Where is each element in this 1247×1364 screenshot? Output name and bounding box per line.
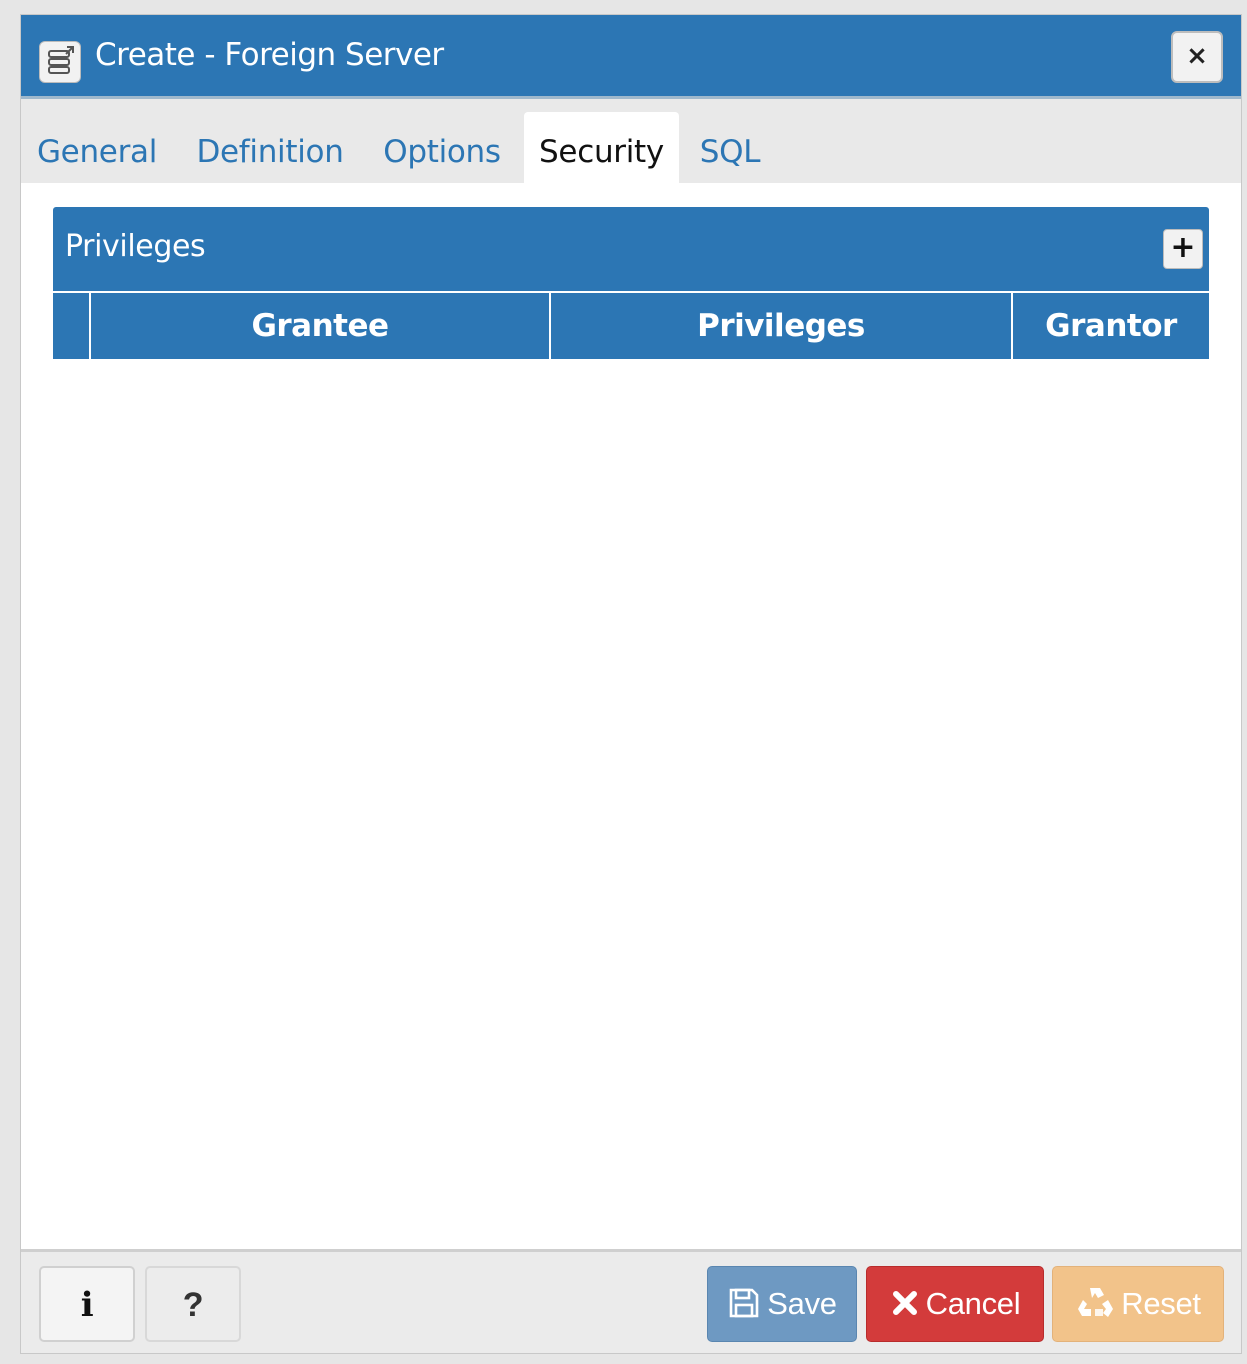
info-icon: i xyxy=(80,1285,94,1325)
cancel-button[interactable]: Cancel xyxy=(866,1266,1044,1342)
tab-content-security: Privileges + Grantee Privileges Grantor xyxy=(21,183,1241,1251)
foreign-server-icon xyxy=(39,41,81,83)
column-privileges[interactable]: Privileges xyxy=(551,293,1013,359)
tab-definition[interactable]: Definition xyxy=(187,112,353,183)
save-label: Save xyxy=(767,1286,837,1321)
column-grantee[interactable]: Grantee xyxy=(91,293,551,359)
plus-icon: + xyxy=(1170,230,1196,265)
reset-button[interactable]: Reset xyxy=(1052,1266,1224,1342)
close-icon: × xyxy=(1186,41,1208,71)
tab-options[interactable]: Options xyxy=(375,112,509,183)
tab-general[interactable]: General xyxy=(29,112,165,183)
cancel-label: Cancel xyxy=(925,1286,1021,1321)
help-icon: ? xyxy=(182,1286,204,1324)
add-privilege-button[interactable]: + xyxy=(1163,229,1203,269)
dialog-title: Create - Foreign Server xyxy=(95,37,444,73)
create-foreign-server-dialog: Create - Foreign Server × General Defini… xyxy=(20,14,1242,1354)
tab-bar: General Definition Options Security SQL xyxy=(21,99,1241,183)
x-icon xyxy=(892,1290,917,1315)
privileges-column-headers: Grantee Privileges Grantor xyxy=(53,293,1209,359)
help-button[interactable]: ? xyxy=(145,1266,241,1342)
recycle-icon xyxy=(1078,1287,1114,1317)
close-button[interactable]: × xyxy=(1171,31,1223,83)
privileges-title: Privileges xyxy=(65,229,206,264)
privileges-header: Privileges + xyxy=(53,207,1209,293)
dialog-footer: i ? Save Cancel Reset xyxy=(21,1249,1241,1353)
save-icon xyxy=(729,1288,759,1318)
column-handle xyxy=(53,293,91,359)
info-button[interactable]: i xyxy=(39,1266,135,1342)
save-button[interactable]: Save xyxy=(707,1266,857,1342)
dialog-titlebar[interactable]: Create - Foreign Server × xyxy=(21,15,1241,99)
reset-label: Reset xyxy=(1121,1286,1201,1321)
column-grantor[interactable]: Grantor xyxy=(1013,293,1209,359)
privileges-grid: Privileges + Grantee Privileges Grantor xyxy=(53,207,1209,359)
tab-security[interactable]: Security xyxy=(524,112,679,183)
tab-sql[interactable]: SQL xyxy=(693,112,767,183)
